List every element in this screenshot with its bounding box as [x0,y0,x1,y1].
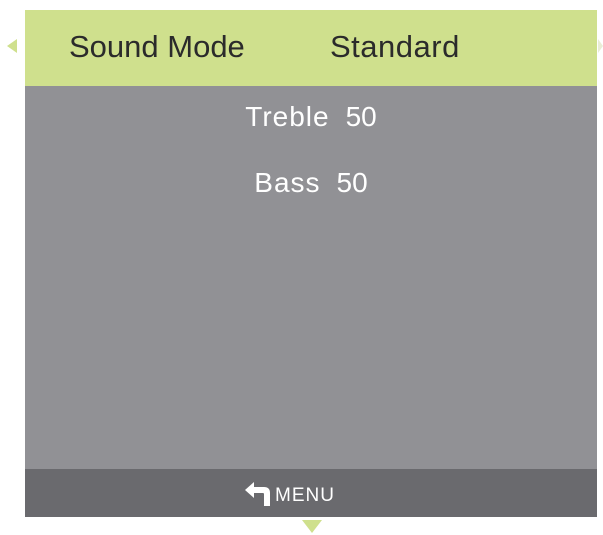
right-arrow-icon[interactable] [598,39,603,53]
sound-mode-value: Standard [330,29,460,64]
return-arrow-icon [245,482,270,506]
bass-value: 50 [336,167,368,198]
sound-mode-label: Sound Mode [69,29,245,64]
sound-menu-panel: Sound Mode Standard Treble 50 Bass 50 MENU [25,10,597,517]
bass-label: Bass [254,167,321,198]
menu-back-button[interactable]: MENU [243,479,335,509]
down-arrow-icon[interactable] [302,520,322,533]
osd-screen: Sound Mode Standard Treble 50 Bass 50 MENU [0,0,603,535]
left-arrow-icon[interactable] [7,39,17,53]
footer-bar: MENU [25,469,597,517]
treble-value: 50 [345,101,377,132]
treble-label: Treble [245,101,330,132]
treble-setting[interactable]: Treble 50 [25,99,597,135]
menu-label: MENU [275,485,335,506]
bass-setting[interactable]: Bass 50 [25,165,597,201]
sound-mode-selector[interactable]: Sound Mode Standard [25,10,597,86]
